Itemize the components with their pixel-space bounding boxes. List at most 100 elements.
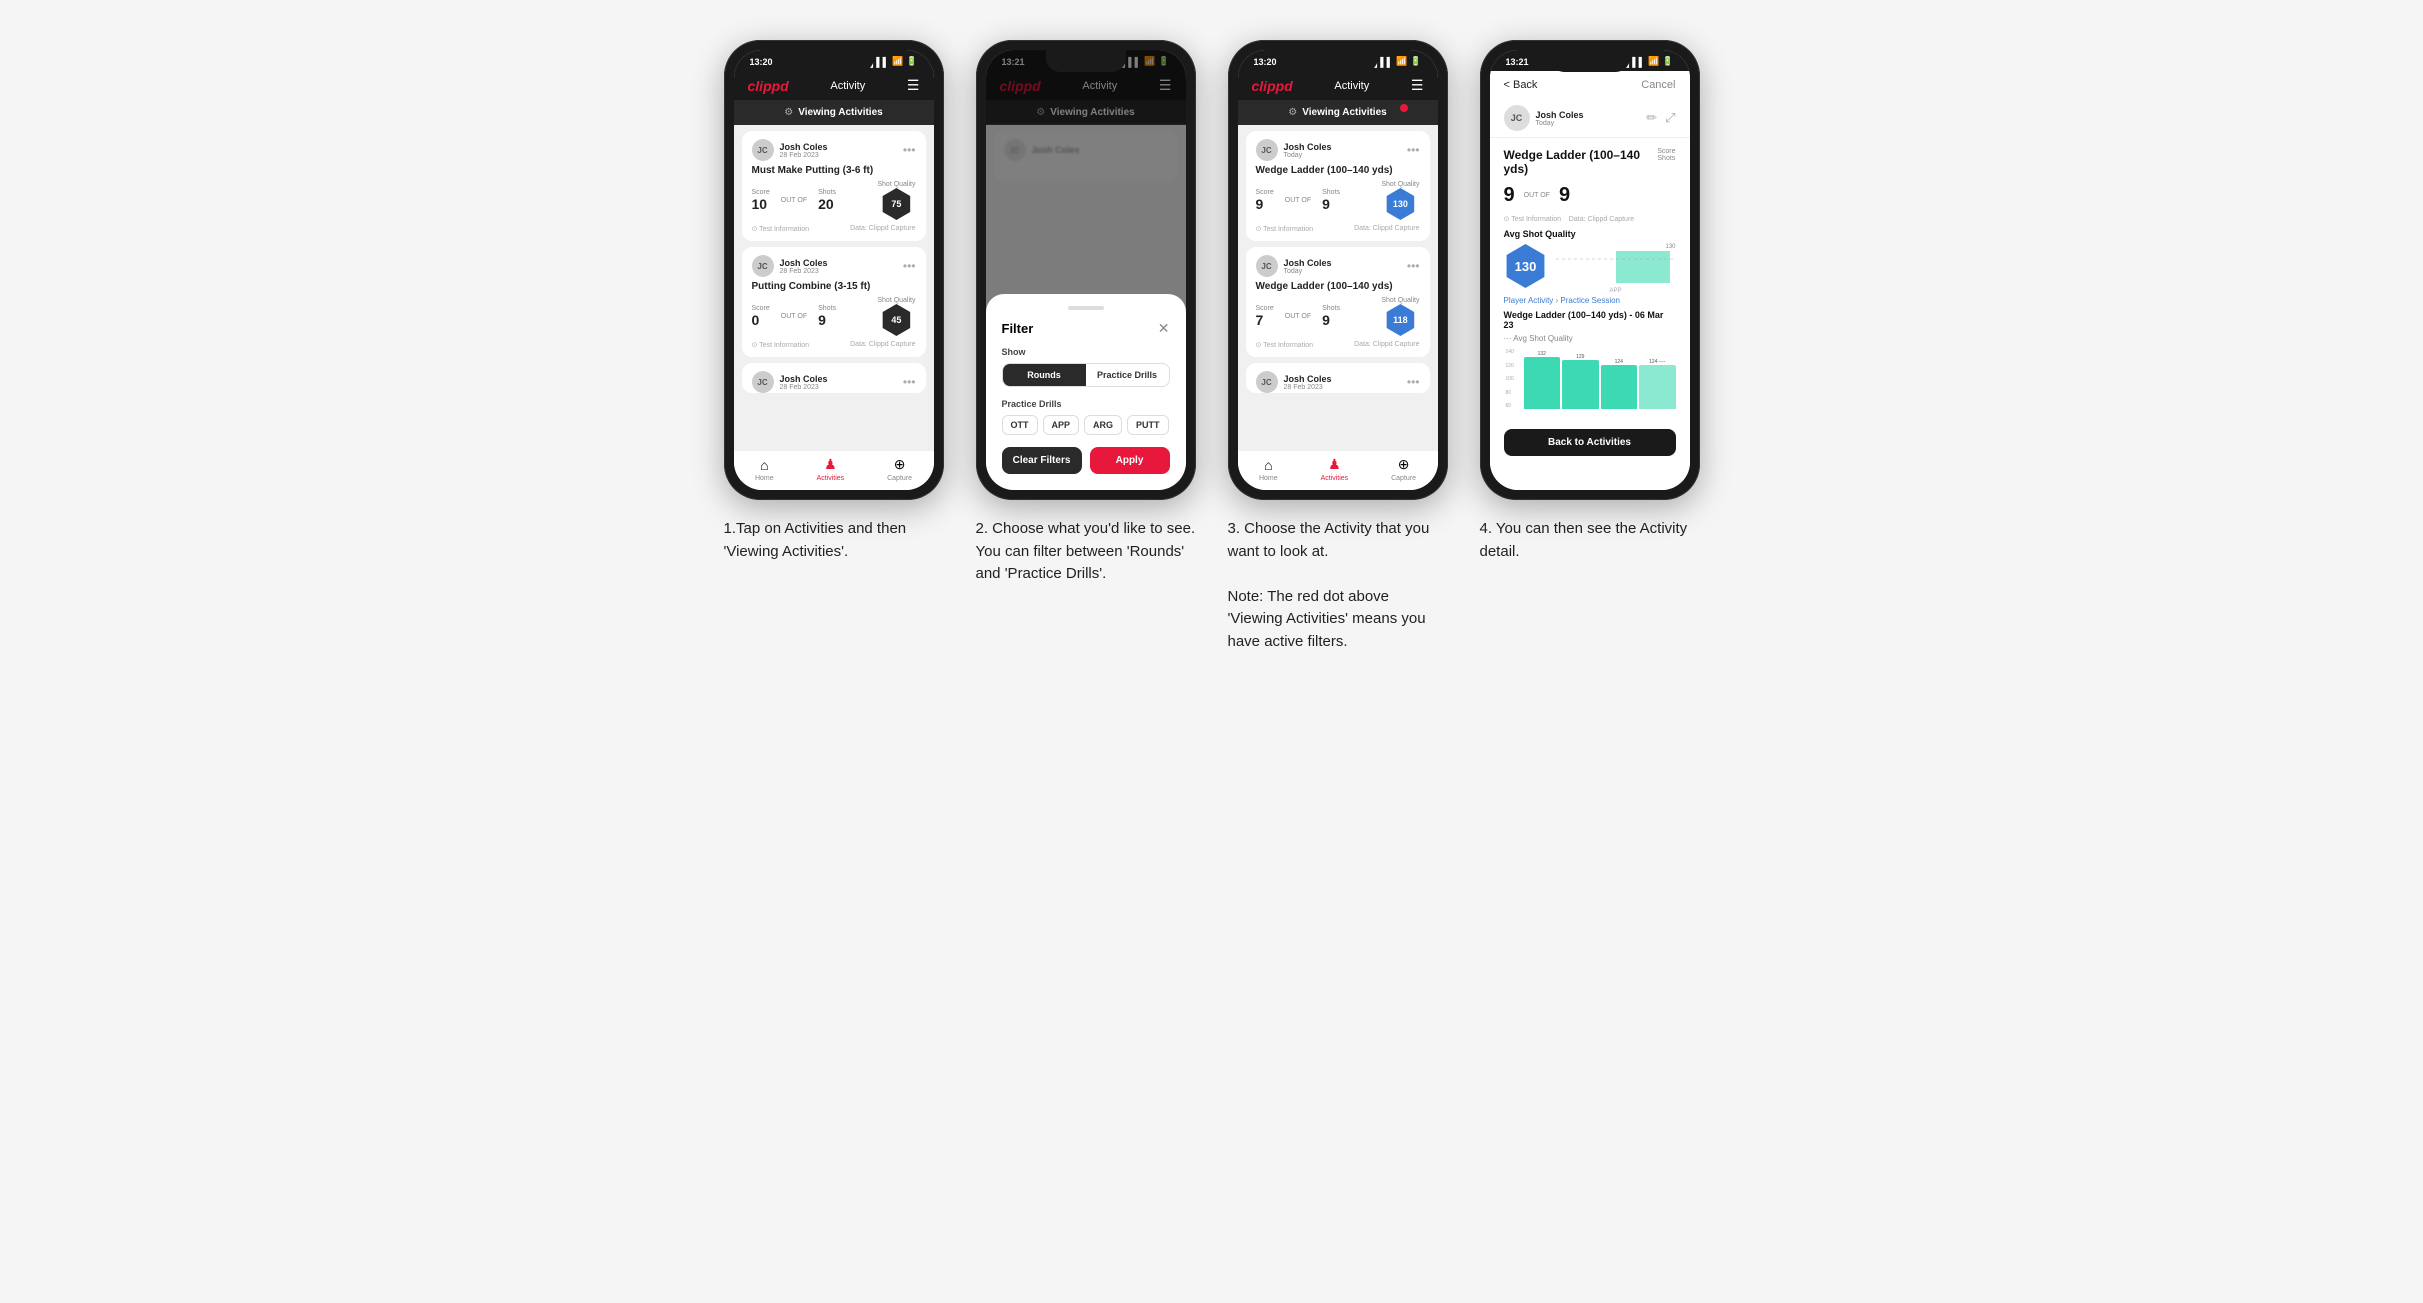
outof-1-1: OUT OF xyxy=(781,197,807,204)
activity-label-4: Player Activity xyxy=(1504,296,1554,305)
drill-title-4: Wedge Ladder (100–140 yds) xyxy=(1504,148,1658,176)
avatar-1-3: JC xyxy=(752,371,774,393)
status-icons-4: ▌▌▌ 📶 🔋 xyxy=(1626,56,1674,67)
activity-card-3-1[interactable]: JC Josh Coles Today ••• Wedge Ladder (10… xyxy=(1246,131,1430,241)
edit-icon-4[interactable]: ✏ xyxy=(1646,110,1657,126)
phone-notch-2 xyxy=(1046,50,1126,72)
viewing-bar-1[interactable]: ⚙ Viewing Activities xyxy=(734,100,934,125)
detail-user-row-4: JC Josh Coles Today ✏ ⤢ xyxy=(1490,99,1690,138)
avg-quality-section-4: Avg Shot Quality xyxy=(1504,229,1676,239)
card-dots-1-1[interactable]: ••• xyxy=(903,143,916,157)
card-date-1-2: 28 Feb 2023 xyxy=(780,268,903,275)
screen-content-1: JC Josh Coles 28 Feb 2023 ••• Must Make … xyxy=(734,125,934,450)
detail-main-4: Wedge Ladder (100–140 yds) Score Shots 9… xyxy=(1490,138,1690,423)
shots-label-3-2: Shots xyxy=(1322,305,1340,312)
tab-rounds-2[interactable]: Rounds xyxy=(1003,364,1086,386)
back-button-4[interactable]: < Back xyxy=(1504,79,1538,91)
card-date-1-1: 28 Feb 2023 xyxy=(780,152,903,159)
detail-header-4: < Back Cancel xyxy=(1490,71,1690,99)
filter-icon-1: ⚙ xyxy=(784,107,793,118)
card-dots-1-3[interactable]: ••• xyxy=(903,375,916,389)
shots-val-3-2: 9 xyxy=(1322,312,1340,328)
footer-right-1-1: Data: Clippd Capture xyxy=(850,225,915,233)
status-icons-1: ▌▌▌ 📶 🔋 xyxy=(870,56,918,67)
capture-icon-1: ⊕ xyxy=(894,456,906,473)
shots-label-1-2: Shots xyxy=(818,305,836,312)
activities-label-3: Activities xyxy=(1321,475,1349,482)
filter-title-2: Filter xyxy=(1002,321,1034,336)
activity-card-1-1[interactable]: JC Josh Coles 28 Feb 2023 ••• Must Make … xyxy=(742,131,926,241)
card-name-3-2: Josh Coles xyxy=(1284,258,1407,268)
card-dots-3-2[interactable]: ••• xyxy=(1407,259,1420,273)
quality-label-1-1: Shot Quality xyxy=(877,181,915,188)
menu-icon-1[interactable]: ☰ xyxy=(907,77,920,94)
quality-label-1-2: Shot Quality xyxy=(877,297,915,304)
activity-card-1-3[interactable]: JC Josh Coles 28 Feb 2023 ••• xyxy=(742,363,926,393)
pill-putt-2[interactable]: PUTT xyxy=(1127,415,1169,435)
pill-arg-2[interactable]: ARG xyxy=(1084,415,1122,435)
bottom-nav-3: ⌂ Home ♟ Activities ⊕ Capture xyxy=(1238,450,1438,490)
card-title-3-1: Wedge Ladder (100–140 yds) xyxy=(1256,165,1420,176)
avatar-3-1: JC xyxy=(1256,139,1278,161)
battery-icon-3: 🔋 xyxy=(1410,56,1421,67)
nav-bar-3: clippd Activity ☰ xyxy=(1238,71,1438,100)
footer-left-1-2: ⊙ Test Information xyxy=(752,341,809,349)
nav-title-1: Activity xyxy=(830,80,865,92)
filter-sheet-2: Filter ✕ Show Rounds Practice Drills Pra… xyxy=(986,294,1186,490)
red-dot-3 xyxy=(1400,104,1408,112)
bar-item-1-4: 132 xyxy=(1524,351,1561,409)
filter-header-2: Filter ✕ xyxy=(1002,320,1170,337)
nav-capture-3[interactable]: ⊕ Capture xyxy=(1391,456,1416,482)
bottom-nav-1: ⌂ Home ♟ Activities ⊕ Capture xyxy=(734,450,934,490)
bar-rect-1-4 xyxy=(1524,357,1561,409)
shots-val-1-2: 9 xyxy=(818,312,836,328)
menu-icon-3[interactable]: ☰ xyxy=(1411,77,1424,94)
activity-card-1-2[interactable]: JC Josh Coles 28 Feb 2023 ••• Putting Co… xyxy=(742,247,926,357)
phone-column-3: 13:20 ▌▌▌ 📶 🔋 clippd Activity ☰ ⚙ Vi xyxy=(1228,40,1448,653)
footer-left-1-1: ⊙ Test Information xyxy=(752,225,809,233)
capture-label-3: Capture xyxy=(1391,475,1416,482)
filter-actions-2: Clear Filters Apply xyxy=(1002,447,1170,474)
wifi-icon-3: 📶 xyxy=(1396,56,1407,67)
caption-3: 3. Choose the Activity that you want to … xyxy=(1228,518,1448,653)
shots-val-1-1: 20 xyxy=(818,196,836,212)
expand-icon-4[interactable]: ⤢ xyxy=(1665,110,1675,126)
capture-label-1: Capture xyxy=(887,475,912,482)
nav-capture-1[interactable]: ⊕ Capture xyxy=(887,456,912,482)
apply-button-2[interactable]: Apply xyxy=(1090,447,1170,474)
cancel-button-4[interactable]: Cancel xyxy=(1641,79,1675,91)
nav-home-3[interactable]: ⌂ Home xyxy=(1259,457,1278,482)
pill-app-2[interactable]: APP xyxy=(1043,415,1080,435)
info-row-4: ⊙ Test Information Data: Clippd Capture xyxy=(1504,215,1676,223)
viewing-bar-3[interactable]: ⚙ Viewing Activities xyxy=(1238,100,1438,125)
filter-overlay-2: Filter ✕ Show Rounds Practice Drills Pra… xyxy=(986,50,1186,490)
phone-screen-1: 13:20 ▌▌▌ 📶 🔋 clippd Activity ☰ ⚙ Vi xyxy=(734,50,934,490)
card-dots-3-3[interactable]: ••• xyxy=(1407,375,1420,389)
card-date-3-2: Today xyxy=(1284,268,1407,275)
card-name-1-1: Josh Coles xyxy=(780,142,903,152)
back-to-activities-button-4[interactable]: Back to Activities xyxy=(1504,429,1676,456)
nav-activities-1[interactable]: ♟ Activities xyxy=(817,456,845,482)
detail-avatar-4: JC xyxy=(1504,105,1530,131)
nav-activities-3[interactable]: ♟ Activities xyxy=(1321,456,1349,482)
avatar-1-1: JC xyxy=(752,139,774,161)
shots-label-3-1: Shots xyxy=(1322,189,1340,196)
tab-practice-drills-2[interactable]: Practice Drills xyxy=(1086,364,1169,386)
filter-tabs-2: Rounds Practice Drills xyxy=(1002,363,1170,387)
card-dots-1-2[interactable]: ••• xyxy=(903,259,916,273)
nav-home-1[interactable]: ⌂ Home xyxy=(755,457,774,482)
home-label-1: Home xyxy=(755,475,774,482)
card-title-1-2: Putting Combine (3-15 ft) xyxy=(752,281,916,292)
card-dots-3-1[interactable]: ••• xyxy=(1407,143,1420,157)
activity-card-3-2[interactable]: JC Josh Coles Today ••• Wedge Ladder (10… xyxy=(1246,247,1430,357)
clear-filters-button-2[interactable]: Clear Filters xyxy=(1002,447,1082,474)
activity-card-3-3[interactable]: JC Josh Coles 28 Feb 2023 ••• xyxy=(1246,363,1430,393)
card-date-3-3: 28 Feb 2023 xyxy=(1284,384,1407,391)
phone-notch-3 xyxy=(1298,50,1378,72)
battery-icon-4: 🔋 xyxy=(1662,56,1673,67)
history-title-4: Wedge Ladder (100–140 yds) - 06 Mar 23 xyxy=(1504,310,1676,330)
score-label-3-2: Score xyxy=(1256,305,1274,312)
pill-ott-2[interactable]: OTT xyxy=(1002,415,1038,435)
close-icon-2[interactable]: ✕ xyxy=(1158,320,1170,337)
card-name-3-1: Josh Coles xyxy=(1284,142,1407,152)
